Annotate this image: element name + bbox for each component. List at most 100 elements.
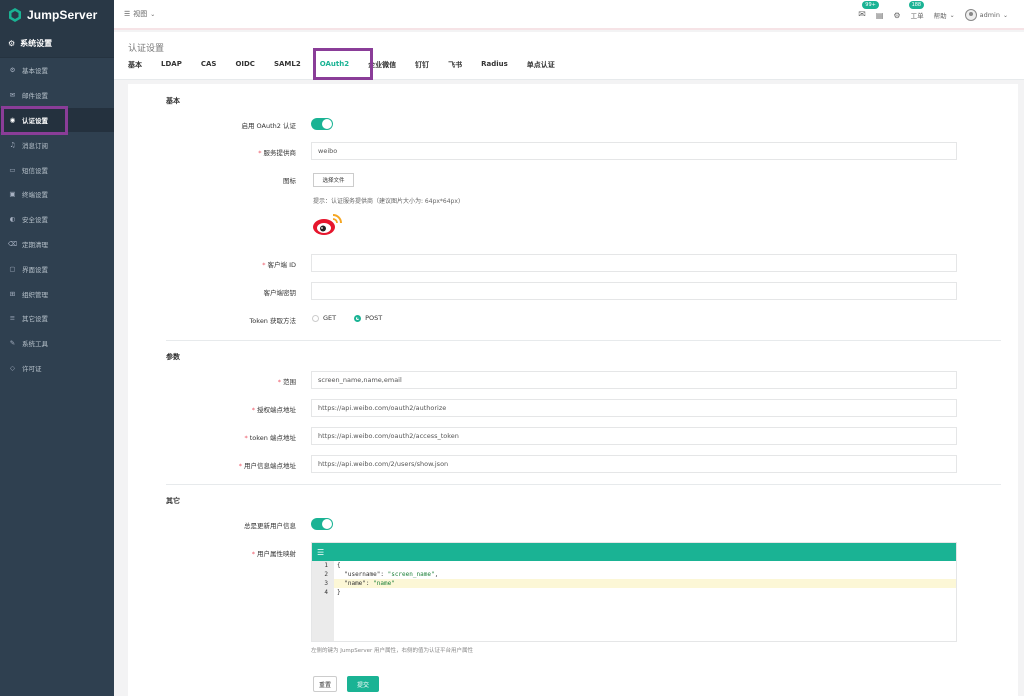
wrench-icon: ✎ bbox=[9, 339, 16, 348]
display-icon: ▢ bbox=[9, 264, 16, 273]
attr-map-help: 左侧的键为 JumpServer 用户属性，右侧的值为认证平台用户属性 bbox=[311, 648, 473, 654]
sidebar-item-label: 安全设置 bbox=[22, 216, 48, 225]
sidebar-item-label: 其它设置 bbox=[22, 315, 48, 324]
always-update-label: 总是更新用户信息 bbox=[244, 522, 296, 530]
line-number: 4 bbox=[324, 589, 328, 596]
auth-endpoint-label: * 授权端点地址 bbox=[251, 406, 296, 414]
chevron-down-icon: ⌄ bbox=[150, 10, 156, 18]
client-secret-label: 客户端密钥 bbox=[263, 289, 297, 297]
scope-input[interactable]: screen_name,name,email bbox=[311, 371, 957, 389]
bars-icon: ☰ bbox=[124, 10, 131, 18]
terminal-icon: ▣ bbox=[9, 190, 16, 199]
section-title-params: 参数 bbox=[166, 353, 180, 361]
enable-oauth2-toggle[interactable] bbox=[311, 118, 333, 130]
sidebar-item-8[interactable]: ▢ 界面设置 bbox=[0, 256, 114, 281]
radio-get[interactable] bbox=[312, 314, 319, 322]
tickets-button[interactable]: 工单 188 bbox=[908, 1, 925, 20]
sidebar-item-5[interactable]: ▣ 终端设置 bbox=[0, 182, 114, 207]
sidebar-item-10[interactable]: ≡ 其它设置 bbox=[0, 306, 114, 331]
attr-map-editor[interactable]: ☰ 1 2 3 4 { "username": "screen_name", "nam… bbox=[311, 542, 957, 642]
editor-code[interactable]: { "username": "screen_name", "name": "na… bbox=[334, 561, 956, 597]
sidebar-item-label: 邮件设置 bbox=[22, 92, 48, 101]
tab-saml2[interactable]: SAML2 bbox=[274, 60, 301, 70]
auth-endpoint-input[interactable]: https://api.weibo.com/oauth2/authorize bbox=[311, 399, 957, 417]
messages-badge: 99+ bbox=[862, 1, 879, 9]
sidebar-item-7[interactable]: ⌫ 定期清理 bbox=[0, 232, 114, 257]
terminal-icon: ▤ bbox=[875, 10, 884, 20]
editor-gutter: 1 2 3 4 bbox=[312, 561, 334, 641]
tickets-label: 工单 bbox=[910, 12, 924, 20]
sidebar-item-12[interactable]: ◇ 许可证 bbox=[0, 356, 114, 381]
brand-logo[interactable]: JumpServer bbox=[0, 0, 114, 30]
submit-button[interactable]: 提交 bbox=[347, 676, 379, 692]
token-method-label: Token 获取方法 bbox=[249, 317, 296, 325]
token-endpoint-input[interactable]: https://api.weibo.com/oauth2/access_toke… bbox=[311, 427, 957, 445]
message-icon: ▭ bbox=[9, 165, 16, 174]
sidebar-item-6[interactable]: ◐ 安全设置 bbox=[0, 207, 114, 232]
reset-button[interactable]: 重置 bbox=[313, 676, 337, 692]
editor-toolbar: ☰ bbox=[312, 543, 956, 561]
sitemap-icon: ⊞ bbox=[9, 289, 16, 298]
chevron-down-icon: ⌄ bbox=[949, 11, 955, 19]
tickets-badge: 188 bbox=[908, 1, 925, 9]
settings-form: 基本 启用 OAuth2 认证 * 服务提供商 weibo 图标 选择文件 提示：… bbox=[128, 84, 1018, 696]
sidebar-item-1[interactable]: ✉ 邮件设置 bbox=[0, 83, 114, 108]
provider-input[interactable]: weibo bbox=[311, 142, 957, 160]
highlight-oauth2-tab bbox=[313, 48, 373, 80]
sidebar-item-label: 定期清理 bbox=[22, 240, 48, 249]
client-id-label: * 客户端 ID bbox=[262, 261, 296, 269]
settings-button[interactable]: ⚙ bbox=[893, 11, 900, 20]
messages-button[interactable]: ✉ 99+ bbox=[858, 1, 879, 20]
envelope-icon: ✉ bbox=[858, 10, 866, 20]
help-label: 帮助 bbox=[933, 12, 947, 20]
sidebar-item-label: 系统工具 bbox=[22, 340, 48, 349]
user-menu-button[interactable]: admin ⌄ bbox=[964, 9, 1008, 21]
tab-基本[interactable]: 基本 bbox=[128, 60, 142, 70]
avatar bbox=[964, 9, 977, 21]
radio-post[interactable] bbox=[354, 314, 362, 322]
sidebar-item-3[interactable]: ♫ 消息订阅 bbox=[0, 132, 114, 157]
sidebar-item-11[interactable]: ✎ 系统工具 bbox=[0, 331, 114, 356]
line-number: 1 bbox=[324, 562, 328, 569]
sidebar-item-label: 界面设置 bbox=[22, 265, 48, 274]
token-method-radio-group: GET POST bbox=[312, 314, 382, 322]
divider bbox=[166, 484, 1001, 485]
client-secret-input[interactable] bbox=[311, 282, 957, 300]
sidebar-item-9[interactable]: ⊞ 组织管理 bbox=[0, 281, 114, 306]
view-label: 视图 bbox=[133, 10, 148, 18]
view-menu-button[interactable]: ☰ 视图 ⌄ bbox=[124, 9, 155, 19]
icon-label: 图标 bbox=[283, 177, 296, 185]
tab-飞书[interactable]: 飞书 bbox=[448, 60, 462, 70]
line-number: 2 bbox=[324, 571, 328, 578]
code-line: { bbox=[337, 562, 341, 569]
sidebar-item-label: 许可证 bbox=[22, 364, 42, 373]
help-menu-button[interactable]: 帮助 ⌄ bbox=[933, 10, 955, 21]
icon-hint: 提示：认证服务提供商（建议图片大小为: 64px*64px) bbox=[313, 198, 461, 205]
enable-oauth2-label: 启用 OAuth2 认证 bbox=[241, 122, 296, 130]
tab-cas[interactable]: CAS bbox=[201, 60, 217, 70]
shield-icon: ◐ bbox=[9, 215, 16, 224]
provider-label: * 服务提供商 bbox=[258, 149, 296, 157]
tab-单点认证[interactable]: 单点认证 bbox=[527, 60, 555, 70]
choose-file-button[interactable]: 选择文件 bbox=[313, 173, 354, 187]
bell-icon: ♫ bbox=[9, 140, 16, 149]
always-update-toggle[interactable] bbox=[311, 518, 333, 530]
scope-label: * 范围 bbox=[277, 378, 296, 386]
jumpserver-logo-icon bbox=[9, 8, 21, 22]
tab-oidc[interactable]: OIDC bbox=[235, 60, 255, 70]
userinfo-endpoint-input[interactable]: https://api.weibo.com/2/users/show.json bbox=[311, 455, 957, 473]
user-name: admin bbox=[979, 11, 1000, 19]
client-id-input[interactable] bbox=[311, 254, 957, 272]
format-icon[interactable]: ☰ bbox=[317, 548, 324, 557]
tab-radius[interactable]: Radius bbox=[481, 60, 508, 70]
terminal-button[interactable]: ▤ bbox=[876, 11, 884, 20]
page-header: 认证设置 基本 LDAP CAS OIDC SAML2 OAuth2 企业微信 钉钉 飞书 Rad… bbox=[114, 32, 1024, 80]
gear-icon: ⚙ bbox=[893, 10, 901, 20]
sidebar-header-system-settings[interactable]: ⚙ 系统设置 bbox=[0, 30, 114, 58]
sidebar-item-4[interactable]: ▭ 短信设置 bbox=[0, 157, 114, 182]
tab-ldap[interactable]: LDAP bbox=[161, 60, 182, 70]
sidebar-item-0[interactable]: ⚙ 基本设置 bbox=[0, 58, 114, 83]
tab-钉钉[interactable]: 钉钉 bbox=[415, 60, 429, 70]
divider bbox=[166, 340, 1001, 341]
weibo-logo-icon bbox=[313, 214, 342, 235]
